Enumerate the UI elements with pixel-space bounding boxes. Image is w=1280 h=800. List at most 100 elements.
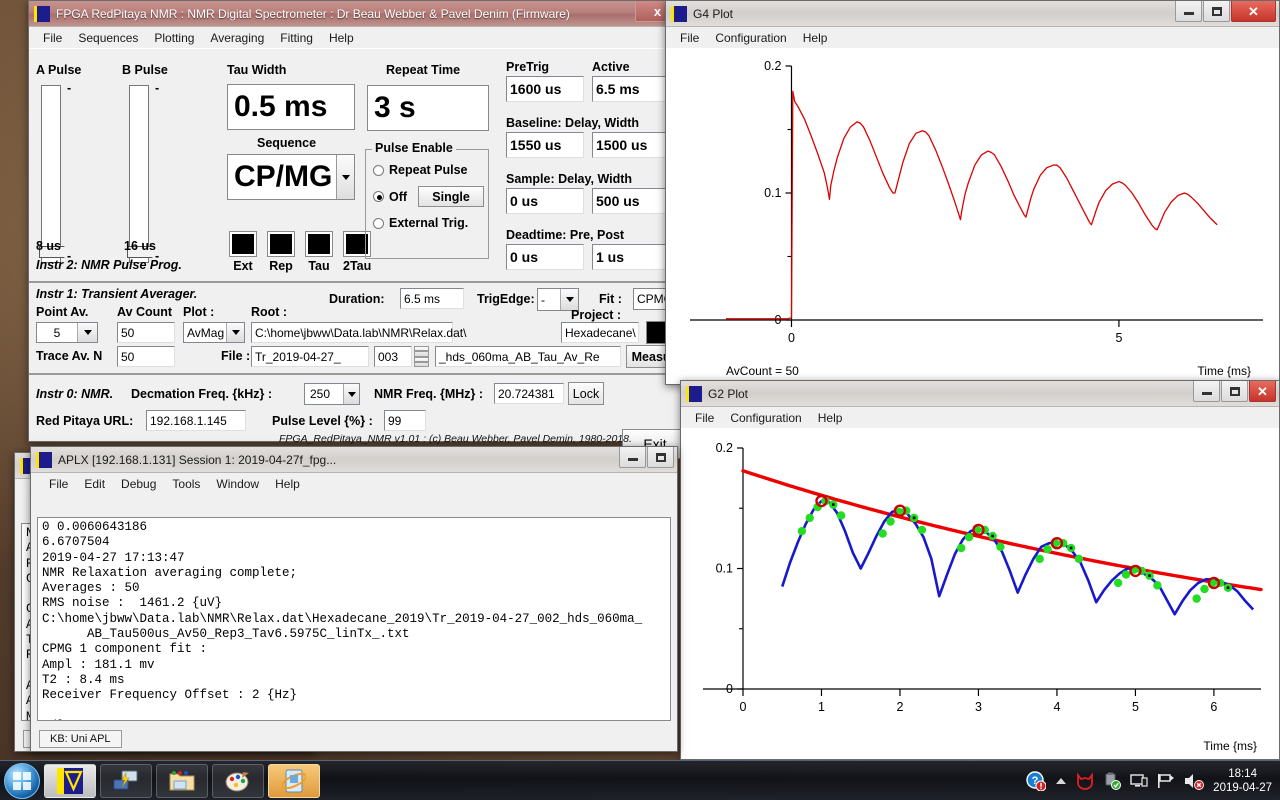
- deadtime-post-field[interactable]: 1 us: [592, 244, 670, 270]
- point-av-combo[interactable]: 5: [36, 322, 98, 343]
- start-orb-button[interactable]: [4, 762, 40, 799]
- nmr-main-window[interactable]: FPGA RedPitaya NMR : NMR Digital Spectro…: [28, 0, 689, 459]
- nmr-titlebar[interactable]: FPGA RedPitaya NMR : NMR Digital Spectro…: [29, 1, 687, 27]
- sequence-combo[interactable]: CP/MG: [227, 154, 355, 200]
- aplx-menu-edit[interactable]: Edit: [76, 475, 113, 493]
- antivirus-icon[interactable]: [1076, 771, 1094, 790]
- taskbar-item-aplx[interactable]: [44, 763, 96, 798]
- g2-menubar[interactable]: File Configuration Help: [681, 407, 1279, 428]
- sample-width-field[interactable]: 500 us: [592, 188, 670, 214]
- plot-combo[interactable]: AvMag: [183, 322, 245, 343]
- g4-plot-canvas[interactable]: 0 0.1 0.2 0 5 AvCount = 50 Time {ms}: [666, 48, 1279, 384]
- g2-plot-window[interactable]: G2 Plot ✕ File Configuration Help 0 0.1 0.…: [680, 380, 1280, 760]
- g2-plot-canvas[interactable]: 0 0.1 0.2 0 1 2 3 4 5 6 Time {ms}: [681, 428, 1279, 759]
- aplx-minimize-button[interactable]: [619, 447, 646, 468]
- pretrig-field[interactable]: 1600 us: [506, 76, 584, 102]
- duration-field[interactable]: 6.5 ms: [400, 288, 464, 309]
- a-pulse-slider[interactable]: [39, 85, 71, 263]
- g4-titlebar[interactable]: G4 Plot ✕: [666, 1, 1279, 27]
- aplx-maximize-button[interactable]: [647, 447, 674, 468]
- radio-icon[interactable]: [373, 164, 384, 176]
- av-count-field[interactable]: 50: [117, 322, 175, 343]
- file-index-field[interactable]: 003: [374, 346, 412, 367]
- nmr-menubar[interactable]: File Sequences Plotting Averaging Fittin…: [29, 27, 687, 48]
- menu-plotting[interactable]: Plotting: [146, 29, 202, 47]
- tau-width-field[interactable]: 0.5 ms: [227, 84, 355, 130]
- g4-plot-window[interactable]: G4 Plot ✕ File Configuration Help 0 0.1 0.…: [665, 0, 1280, 385]
- g4-close-button[interactable]: ✕: [1231, 1, 1276, 22]
- file-index-stepper[interactable]: [414, 346, 429, 367]
- lock-button[interactable]: Lock: [568, 382, 604, 405]
- menu-fitting[interactable]: Fitting: [272, 29, 321, 47]
- led-ext[interactable]: [229, 231, 257, 257]
- aplx-window[interactable]: APLX [192.168.1.131] Session 1: 2019-04-…: [30, 446, 678, 752]
- menu-help[interactable]: Help: [321, 29, 362, 47]
- menu-file[interactable]: File: [35, 29, 70, 47]
- taskbar[interactable]: ? 18:14 2019-04-27: [0, 760, 1280, 800]
- decimation-combo[interactable]: 250: [304, 383, 360, 405]
- stepper-down-button[interactable]: [414, 356, 429, 367]
- g2-menu-configuration[interactable]: Configuration: [722, 409, 809, 427]
- aplx-menu-tools[interactable]: Tools: [164, 475, 208, 493]
- usb-icon[interactable]: [1103, 772, 1122, 790]
- flag-icon[interactable]: [1157, 773, 1175, 789]
- g4-menu-configuration[interactable]: Configuration: [707, 29, 794, 47]
- g4-menubar[interactable]: File Configuration Help: [666, 27, 1279, 48]
- plot-dropdown-button[interactable]: [226, 323, 244, 342]
- baseline-delay-field[interactable]: 1550 us: [506, 132, 584, 158]
- taskbar-item-media[interactable]: [268, 763, 320, 798]
- aplx-menu-help[interactable]: Help: [267, 475, 308, 493]
- g2-maximize-button[interactable]: [1221, 381, 1248, 402]
- radio-icon[interactable]: [373, 217, 384, 229]
- led-rep[interactable]: [267, 231, 295, 257]
- aplx-titlebar[interactable]: APLX [192.168.1.131] Session 1: 2019-04-…: [31, 447, 677, 473]
- display-icon[interactable]: [1130, 773, 1148, 789]
- trace-av-field[interactable]: 50: [117, 346, 175, 367]
- show-hidden-icons-icon[interactable]: [1055, 775, 1067, 787]
- point-av-dropdown-button[interactable]: [77, 323, 97, 342]
- radio-icon-selected[interactable]: [373, 191, 384, 202]
- active-field[interactable]: 6.5 ms: [592, 76, 670, 102]
- g2-close-button[interactable]: ✕: [1249, 381, 1276, 402]
- taskbar-clock[interactable]: 18:14 2019-04-27: [1213, 767, 1272, 795]
- aplx-menu-window[interactable]: Window: [208, 475, 267, 493]
- deadtime-pre-field[interactable]: 0 us: [506, 244, 584, 270]
- url-field[interactable]: 192.168.1.145: [146, 410, 246, 431]
- repeat-time-field[interactable]: 3 s: [367, 85, 489, 131]
- file-suffix-field[interactable]: _hds_060ma_AB_Tau_Av_Re: [435, 346, 621, 367]
- taskbar-item-network[interactable]: [100, 763, 152, 798]
- system-tray[interactable]: ? 18:14 2019-04-27: [1026, 767, 1280, 795]
- taskbar-item-paint[interactable]: [212, 763, 264, 798]
- g4-menu-help[interactable]: Help: [795, 29, 836, 47]
- nmr-freq-field[interactable]: 20.724381: [494, 383, 564, 404]
- radio-external-trig[interactable]: External Trig.: [373, 216, 488, 230]
- sequence-dropdown-button[interactable]: [336, 155, 354, 199]
- g4-maximize-button[interactable]: [1203, 1, 1230, 22]
- project-field[interactable]: Hexadecane\: [561, 322, 639, 343]
- g2-minimize-button[interactable]: [1193, 381, 1220, 402]
- g2-titlebar[interactable]: G2 Plot ✕: [681, 381, 1279, 407]
- g2-menu-file[interactable]: File: [687, 409, 722, 427]
- taskbar-item-explorer[interactable]: [156, 763, 208, 798]
- trigedge-dropdown-button[interactable]: [560, 289, 578, 310]
- g4-minimize-button[interactable]: [1175, 1, 1202, 22]
- g4-menu-file[interactable]: File: [672, 29, 707, 47]
- sample-delay-field[interactable]: 0 us: [506, 188, 584, 214]
- decimation-dropdown-button[interactable]: [343, 384, 359, 404]
- pulse-level-field[interactable]: 99: [384, 410, 426, 431]
- aplx-menubar[interactable]: File Edit Debug Tools Window Help: [31, 473, 677, 494]
- aplx-menu-debug[interactable]: Debug: [113, 475, 164, 493]
- baseline-width-field[interactable]: 1500 us: [592, 132, 670, 158]
- led-tau[interactable]: [305, 231, 333, 257]
- aplx-menu-file[interactable]: File: [41, 475, 76, 493]
- single-button[interactable]: Single: [418, 186, 485, 207]
- menu-sequences[interactable]: Sequences: [70, 29, 146, 47]
- b-pulse-slider[interactable]: [127, 85, 159, 263]
- volume-muted-icon[interactable]: [1184, 772, 1205, 790]
- radio-repeat-pulse[interactable]: Repeat Pulse: [373, 163, 488, 177]
- radio-off[interactable]: Off Single: [373, 186, 488, 207]
- root-field[interactable]: C:\home\jbww\Data.lab\NMR\Relax.dat\: [251, 322, 466, 343]
- stepper-up-button[interactable]: [414, 346, 429, 357]
- menu-averaging[interactable]: Averaging: [202, 29, 272, 47]
- help-icon[interactable]: ?: [1026, 770, 1047, 791]
